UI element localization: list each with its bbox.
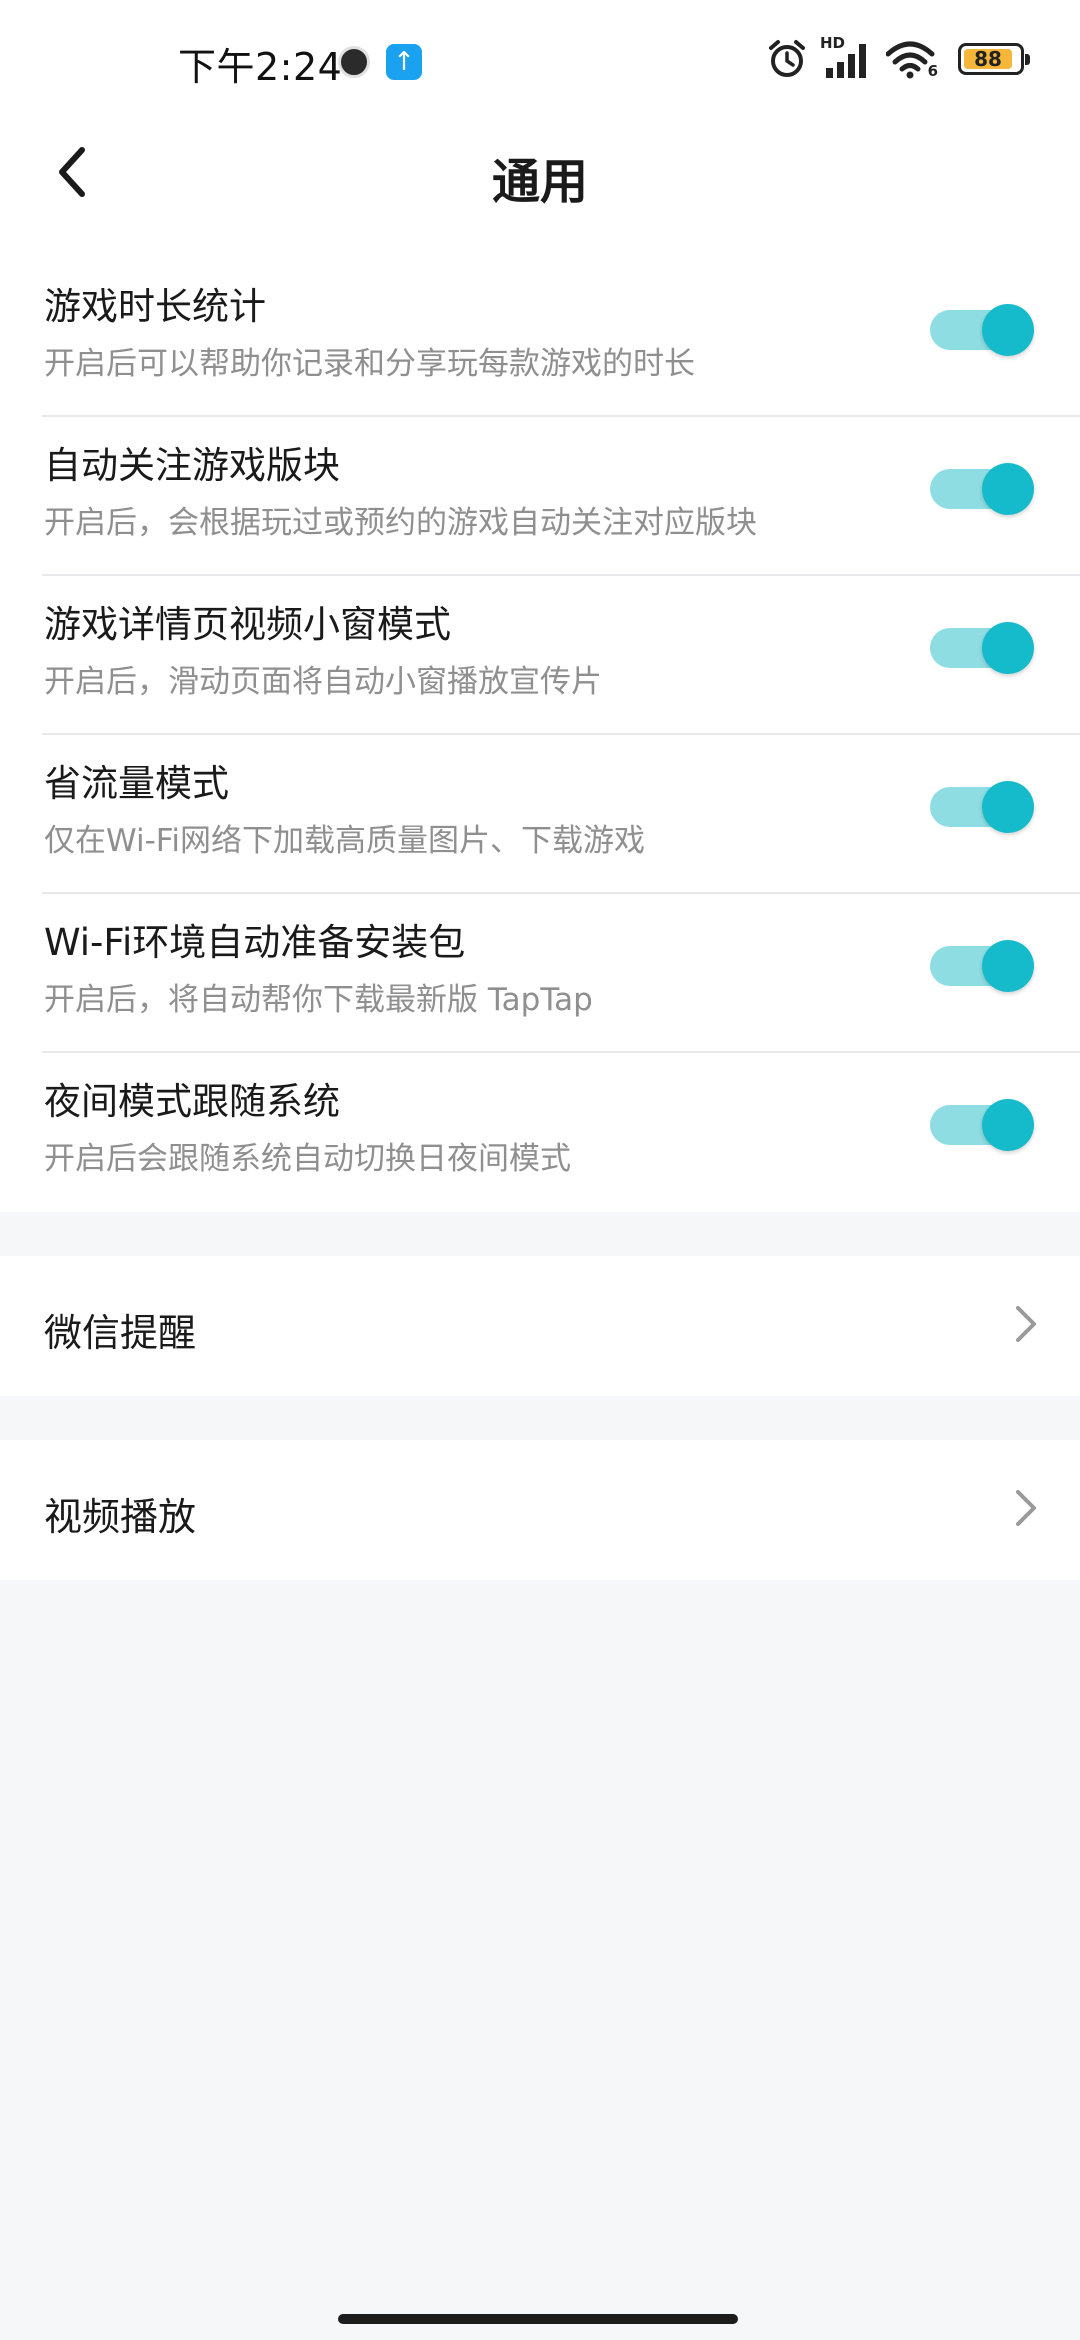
- setting-title: 省流量模式: [44, 762, 229, 805]
- nav-bar: 通用: [0, 120, 1080, 230]
- setting-subtitle: 开启后，将自动帮你下载最新版 TapTap: [44, 982, 593, 1018]
- setting-title: Wi-Fi环境自动准备安装包: [44, 921, 466, 964]
- upload-notification-icon: ↑: [386, 44, 422, 80]
- setting-game-time-stats: 游戏时长统计 开启后可以帮助你记录和分享玩每款游戏的时长: [42, 258, 1080, 417]
- toggle-switch-video-mini-window[interactable]: [930, 618, 1034, 674]
- setting-auto-follow-forum: 自动关注游戏版块 开启后，会根据玩过或预约的游戏自动关注对应版块: [42, 417, 1080, 576]
- setting-subtitle: 开启后会跟随系统自动切换日夜间模式: [44, 1141, 571, 1177]
- setting-title: 游戏详情页视频小窗模式: [44, 603, 451, 646]
- wechat-reminder-label: 微信提醒: [44, 1311, 197, 1355]
- status-time: 下午2:24: [178, 45, 343, 89]
- wechat-reminder-row[interactable]: 微信提醒: [0, 1256, 1080, 1396]
- toggle-switch-night-mode[interactable]: [930, 1095, 1034, 1151]
- home-indicator[interactable]: [338, 2314, 738, 2324]
- chevron-right-icon: [1016, 1490, 1036, 1526]
- setting-title: 自动关注游戏版块: [44, 444, 340, 487]
- setting-subtitle: 开启后，滑动页面将自动小窗播放宣传片: [44, 664, 602, 700]
- battery-level: 88: [964, 47, 1012, 71]
- setting-data-saver: 省流量模式 仅在Wi-Fi网络下加载高质量图片、下载游戏: [42, 735, 1080, 894]
- toggle-switch-data-saver[interactable]: [930, 777, 1034, 833]
- toggle-switch-auto-follow-forum[interactable]: [930, 459, 1034, 515]
- setting-night-mode-follow-system: 夜间模式跟随系统 开启后会跟随系统自动切换日夜间模式: [42, 1053, 1080, 1212]
- setting-subtitle: 开启后，会根据玩过或预约的游戏自动关注对应版块: [44, 505, 757, 541]
- settings-toggle-list: 游戏时长统计 开启后可以帮助你记录和分享玩每款游戏的时长 自动关注游戏版块 开启…: [0, 230, 1080, 1212]
- toggle-switch-game-time-stats[interactable]: [930, 300, 1034, 356]
- battery-icon: 88: [958, 43, 1030, 75]
- setting-video-mini-window: 游戏详情页视频小窗模式 开启后，滑动页面将自动小窗播放宣传片: [42, 576, 1080, 735]
- app-notification-icon: [338, 46, 370, 78]
- video-playback-row[interactable]: 视频播放: [0, 1440, 1080, 1580]
- chevron-right-icon: [1016, 1306, 1036, 1342]
- page-title: 通用: [491, 154, 588, 210]
- status-bar: 下午2:24 ↑ HD 6 88: [0, 0, 1080, 120]
- setting-title: 游戏时长统计: [44, 285, 266, 328]
- alarm-icon: [769, 40, 805, 77]
- toggle-switch-wifi-auto-download[interactable]: [930, 936, 1034, 992]
- setting-subtitle: 仅在Wi-Fi网络下加载高质量图片、下载游戏: [44, 823, 645, 859]
- cellular-signal-icon: HD: [820, 34, 874, 80]
- setting-wifi-auto-download: Wi-Fi环境自动准备安装包 开启后，将自动帮你下载最新版 TapTap: [42, 894, 1080, 1053]
- wifi-icon: 6: [886, 38, 938, 80]
- wifi-label: 6: [927, 62, 938, 80]
- video-playback-label: 视频播放: [44, 1495, 197, 1539]
- top-area: 下午2:24 ↑ HD 6 88 通用: [0, 0, 1080, 230]
- status-icons: HD 6 88: [766, 34, 1030, 80]
- setting-subtitle: 开启后可以帮助你记录和分享玩每款游戏的时长: [44, 346, 695, 382]
- setting-title: 夜间模式跟随系统: [44, 1080, 340, 1123]
